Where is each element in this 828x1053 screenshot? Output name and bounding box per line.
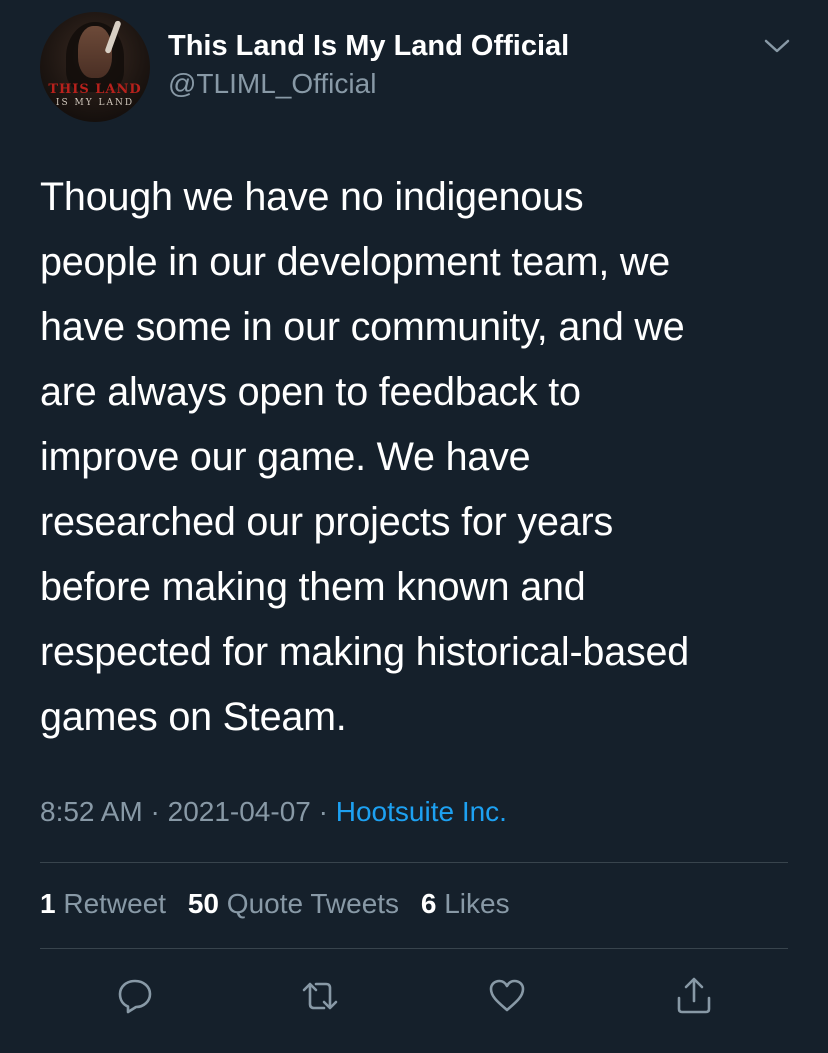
retweets-stat[interactable]: 1 Retweet xyxy=(40,888,166,919)
tweet-header: THIS LAND IS MY LAND This Land Is My Lan… xyxy=(40,12,800,127)
retweet-icon[interactable] xyxy=(300,976,340,1016)
avatar-logo-line2: IS MY LAND xyxy=(55,98,135,108)
quote-tweets-stat[interactable]: 50 Quote Tweets xyxy=(188,888,399,919)
tweet-time[interactable]: 8:52 AM xyxy=(40,796,143,827)
tweet-source-link[interactable]: Hootsuite Inc. xyxy=(336,796,507,827)
tweet-meta: 8:52 AM · 2021-04-07 · Hootsuite Inc. xyxy=(40,796,507,828)
tweet-detail: THIS LAND IS MY LAND This Land Is My Lan… xyxy=(0,0,828,1053)
avatar-logo-line1: THIS LAND xyxy=(48,82,142,97)
retweets-count: 1 xyxy=(40,888,56,919)
likes-stat[interactable]: 6 Likes xyxy=(421,888,510,919)
reply-icon[interactable] xyxy=(115,976,155,1016)
tweet-text: Though we have no indigenous people in o… xyxy=(40,175,690,739)
likes-count: 6 xyxy=(420,888,437,919)
author-display-name[interactable]: This Land Is My Land Official xyxy=(168,30,569,63)
action-bar xyxy=(0,976,828,1016)
divider xyxy=(40,948,788,949)
meta-separator: · xyxy=(142,796,168,827)
quote-tweets-count: 50 xyxy=(187,888,220,919)
share-icon[interactable] xyxy=(674,976,714,1016)
chevron-down-icon[interactable] xyxy=(762,34,792,58)
likes-label: Likes xyxy=(444,888,510,919)
author-handle[interactable]: @TLIML_Official xyxy=(168,68,376,100)
retweets-label: Retweet xyxy=(63,888,167,919)
avatar[interactable]: THIS LAND IS MY LAND xyxy=(40,12,150,122)
tweet-date[interactable]: 2021-04-07 xyxy=(168,796,311,827)
tweet-stats: 1 Retweet 50 Quote Tweets 6 Likes xyxy=(40,888,524,920)
meta-separator: · xyxy=(310,796,336,827)
divider xyxy=(40,862,788,863)
heart-icon[interactable] xyxy=(487,976,527,1016)
quote-tweets-label: Quote Tweets xyxy=(226,888,400,919)
